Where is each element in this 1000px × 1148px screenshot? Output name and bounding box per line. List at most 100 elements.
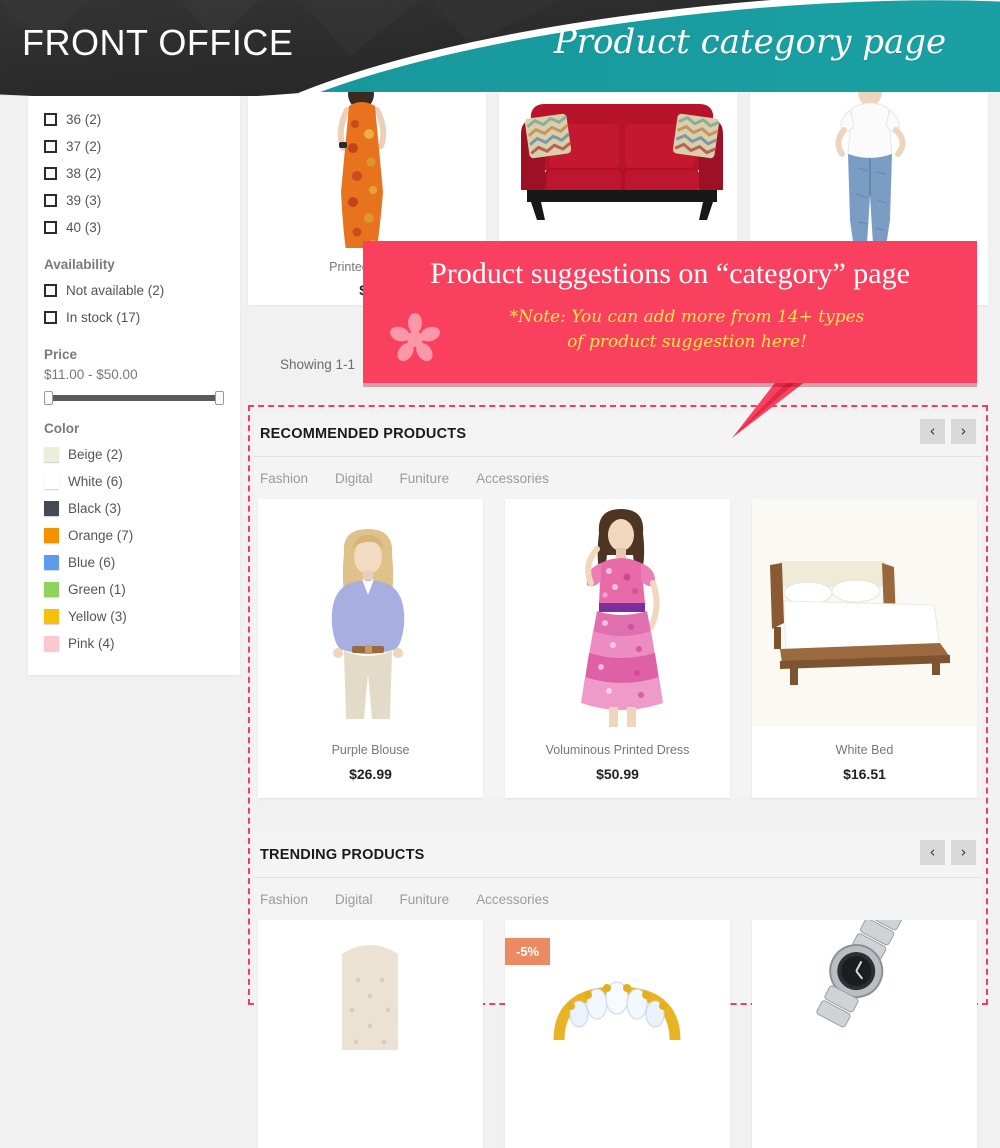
filter-option-size-40[interactable]: 40 (3) bbox=[44, 214, 224, 241]
checkbox-icon[interactable] bbox=[44, 140, 57, 153]
filter-label: 37 (2) bbox=[66, 139, 102, 154]
price-range-value: $11.00 - $50.00 bbox=[44, 367, 138, 382]
filter-option-not-available[interactable]: Not available (2) bbox=[44, 277, 224, 304]
filter-group-title-availability: Availability bbox=[44, 257, 115, 272]
filter-option-size-38[interactable]: 38 (2) bbox=[44, 160, 224, 187]
slider-track bbox=[44, 395, 224, 401]
product-image-orange-floral-maxi-dress bbox=[248, 90, 486, 248]
product-card[interactable] bbox=[258, 920, 483, 1148]
checkbox-icon[interactable] bbox=[44, 194, 57, 207]
callout-note-line-1: *Note: You can add more from 14+ types bbox=[509, 307, 865, 327]
filter-option-size-36[interactable]: 36 (2) bbox=[44, 106, 224, 133]
filter-label: 38 (2) bbox=[66, 166, 102, 181]
callout-note: *Note: You can add more from 14+ types o… bbox=[423, 305, 951, 354]
filter-group-title-color: Color bbox=[44, 421, 80, 436]
tab-funiture[interactable]: Funiture bbox=[400, 892, 450, 907]
page-root: Printed Dress $2 bbox=[0, 0, 1000, 1148]
product-card[interactable] bbox=[752, 920, 977, 1148]
filter-label: Beige (2) bbox=[68, 447, 123, 462]
product-name: Purple Blouse bbox=[331, 743, 410, 757]
carousel-prev-button[interactable]: ‹ bbox=[920, 840, 945, 865]
page-banner: FRONT OFFICE Product category page bbox=[0, 0, 1000, 96]
filter-option-color-white[interactable]: White (6) bbox=[44, 468, 224, 495]
checkbox-icon[interactable] bbox=[44, 167, 57, 180]
section-header: RECOMMENDED PRODUCTS ‹ › bbox=[254, 411, 982, 457]
product-card[interactable]: Purple Blouse $26.99 bbox=[258, 499, 483, 798]
color-swatch-black[interactable] bbox=[44, 501, 59, 516]
callout-tooltip: Product suggestions on “category” page *… bbox=[363, 241, 977, 383]
checkbox-icon[interactable] bbox=[44, 221, 57, 234]
filter-label: Blue (6) bbox=[68, 555, 116, 570]
carousel-nav: ‹ › bbox=[920, 840, 976, 865]
tab-digital[interactable]: Digital bbox=[335, 471, 373, 486]
tab-fashion[interactable]: Fashion bbox=[260, 471, 308, 486]
tab-accessories[interactable]: Accessories bbox=[476, 471, 549, 486]
filter-label: 36 (2) bbox=[66, 112, 102, 127]
filter-option-color-pink[interactable]: Pink (4) bbox=[44, 630, 224, 657]
color-swatch-beige[interactable] bbox=[44, 447, 59, 462]
product-price: $26.99 bbox=[349, 766, 392, 782]
filter-option-color-orange[interactable]: Orange (7) bbox=[44, 522, 224, 549]
filter-option-size-39[interactable]: 39 (3) bbox=[44, 187, 224, 214]
filter-option-color-blue[interactable]: Blue (6) bbox=[44, 549, 224, 576]
product-image-model-pink-ruffle-dress bbox=[505, 499, 730, 727]
product-carousel: Purple Blouse $26.99 Voluminous Printed … bbox=[254, 499, 982, 798]
product-card[interactable]: White Bed $16.51 bbox=[752, 499, 977, 798]
showing-results-text: Showing 1-1 bbox=[280, 357, 356, 372]
color-swatch-blue[interactable] bbox=[44, 555, 59, 570]
tab-accessories[interactable]: Accessories bbox=[476, 892, 549, 907]
tab-funiture[interactable]: Funiture bbox=[400, 471, 450, 486]
filter-option-in-stock[interactable]: In stock (17) bbox=[44, 304, 224, 331]
recommended-products-block: RECOMMENDED PRODUCTS ‹ › Fashion Digital… bbox=[254, 411, 982, 798]
carousel-next-button[interactable]: › bbox=[951, 840, 976, 865]
filter-option-color-black[interactable]: Black (3) bbox=[44, 495, 224, 522]
section-title: RECOMMENDED PRODUCTS bbox=[260, 425, 467, 442]
product-name: Voluminous Printed Dress bbox=[545, 743, 690, 757]
tab-fashion[interactable]: Fashion bbox=[260, 892, 308, 907]
price-range-slider[interactable] bbox=[44, 391, 224, 405]
color-swatch-orange[interactable] bbox=[44, 528, 59, 543]
carousel-prev-button[interactable]: ‹ bbox=[920, 419, 945, 444]
product-image-silver-wrist-watch bbox=[752, 920, 977, 1148]
trending-products-block: TRENDING PRODUCTS ‹ › Fashion Digital Fu… bbox=[254, 832, 982, 1148]
filter-option-color-yellow[interactable]: Yellow (3) bbox=[44, 603, 224, 630]
filter-label: In stock (17) bbox=[66, 310, 141, 325]
section-title: TRENDING PRODUCTS bbox=[260, 846, 425, 863]
product-image-blonde-model-purple-blouse bbox=[258, 499, 483, 727]
filter-option-size-37[interactable]: 37 (2) bbox=[44, 133, 224, 160]
slider-handle-max[interactable] bbox=[215, 391, 224, 405]
product-image-red-sofa bbox=[499, 90, 737, 248]
filter-label: Yellow (3) bbox=[68, 609, 127, 624]
carousel-next-button[interactable]: › bbox=[951, 419, 976, 444]
product-carousel: -5% bbox=[254, 920, 982, 1148]
tab-digital[interactable]: Digital bbox=[335, 892, 373, 907]
asterisk-icon bbox=[390, 313, 440, 362]
product-price: $16.51 bbox=[843, 766, 886, 782]
filter-option-color-beige[interactable]: Beige (2) bbox=[44, 441, 224, 468]
filter-label: Black (3) bbox=[68, 501, 122, 516]
color-swatch-green[interactable] bbox=[44, 582, 59, 597]
slider-handle-min[interactable] bbox=[44, 391, 53, 405]
callout-note-line-2: of product suggestion here! bbox=[567, 331, 807, 352]
product-name: White Bed bbox=[835, 743, 894, 757]
product-card[interactable]: -5% bbox=[505, 920, 730, 1148]
banner-left-title: FRONT OFFICE bbox=[22, 22, 294, 63]
filter-option-color-green[interactable]: Green (1) bbox=[44, 576, 224, 603]
filter-group-title-price: Price bbox=[44, 347, 78, 362]
product-suggestion-zone: RECOMMENDED PRODUCTS ‹ › Fashion Digital… bbox=[248, 405, 988, 1148]
filter-label: Orange (7) bbox=[68, 528, 134, 543]
filter-label: 40 (3) bbox=[66, 220, 102, 235]
checkbox-icon[interactable] bbox=[44, 284, 57, 297]
product-card[interactable]: Voluminous Printed Dress $50.99 bbox=[505, 499, 730, 798]
checkbox-icon[interactable] bbox=[44, 311, 57, 324]
callout-heading: Product suggestions on “category” page bbox=[430, 257, 910, 290]
checkbox-icon[interactable] bbox=[44, 113, 57, 126]
product-image-beige-tufted-headboard bbox=[258, 920, 483, 1148]
filter-label: Not available (2) bbox=[66, 283, 165, 298]
color-swatch-white[interactable] bbox=[44, 474, 59, 489]
product-image-white-top-jeans-model bbox=[750, 90, 988, 248]
color-swatch-yellow[interactable] bbox=[44, 609, 59, 624]
product-price: $50.99 bbox=[596, 766, 639, 782]
color-swatch-pink[interactable] bbox=[44, 636, 59, 651]
filter-label: Pink (4) bbox=[68, 636, 115, 651]
